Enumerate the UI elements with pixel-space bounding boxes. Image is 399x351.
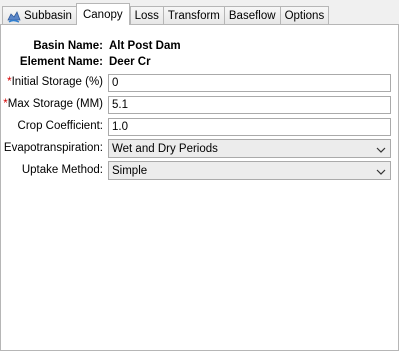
crop-coefficient-input[interactable]	[108, 118, 391, 136]
tab-transform-label: Transform	[167, 10, 220, 22]
element-name-value: Deer Cr	[109, 56, 151, 68]
tab-loss[interactable]: Loss	[129, 6, 164, 25]
tab-subbasin-label: Subbasin	[24, 10, 72, 22]
max-storage-label: *Max Storage (MM)	[1, 98, 103, 110]
tab-strip: Subbasin Canopy Loss Transform Baseflow …	[2, 3, 330, 25]
tab-loss-label: Loss	[134, 10, 159, 22]
tab-transform[interactable]: Transform	[162, 6, 225, 25]
tab-canopy-label: Canopy	[82, 8, 123, 21]
tab-baseflow[interactable]: Baseflow	[223, 6, 281, 25]
initial-storage-label: *Initial Storage (%)	[1, 76, 103, 88]
max-storage-label-text: Max Storage (MM)	[7, 98, 103, 110]
tab-options-label: Options	[284, 10, 325, 22]
tab-baseflow-label: Baseflow	[228, 10, 276, 22]
uptake-method-select[interactable]: Simple	[108, 161, 391, 180]
initial-storage-label-text: Initial Storage (%)	[11, 76, 103, 88]
tab-subbasin[interactable]: Subbasin	[2, 6, 77, 25]
element-name-label: Element Name:	[19, 56, 103, 68]
uptake-method-label: Uptake Method:	[21, 164, 103, 176]
subbasin-icon	[7, 10, 21, 23]
initial-storage-input[interactable]	[108, 74, 391, 92]
evapotranspiration-selected: Wet and Dry Periods	[112, 142, 218, 155]
canopy-panel: Basin Name: Alt Post Dam Element Name: D…	[0, 24, 399, 351]
basin-name-value: Alt Post Dam	[109, 40, 181, 52]
evapotranspiration-label: Evapotranspiration:	[3, 142, 103, 154]
evapotranspiration-select[interactable]: Wet and Dry Periods	[108, 139, 391, 158]
tab-options[interactable]: Options	[279, 6, 330, 25]
tab-canopy[interactable]: Canopy	[75, 3, 130, 25]
basin-name-label: Basin Name:	[33, 40, 103, 52]
chevron-down-icon	[376, 167, 386, 179]
crop-coefficient-label: Crop Coefficient:	[17, 120, 103, 132]
uptake-method-selected: Simple	[112, 164, 148, 177]
chevron-down-icon	[376, 145, 386, 157]
max-storage-input[interactable]	[108, 96, 391, 114]
